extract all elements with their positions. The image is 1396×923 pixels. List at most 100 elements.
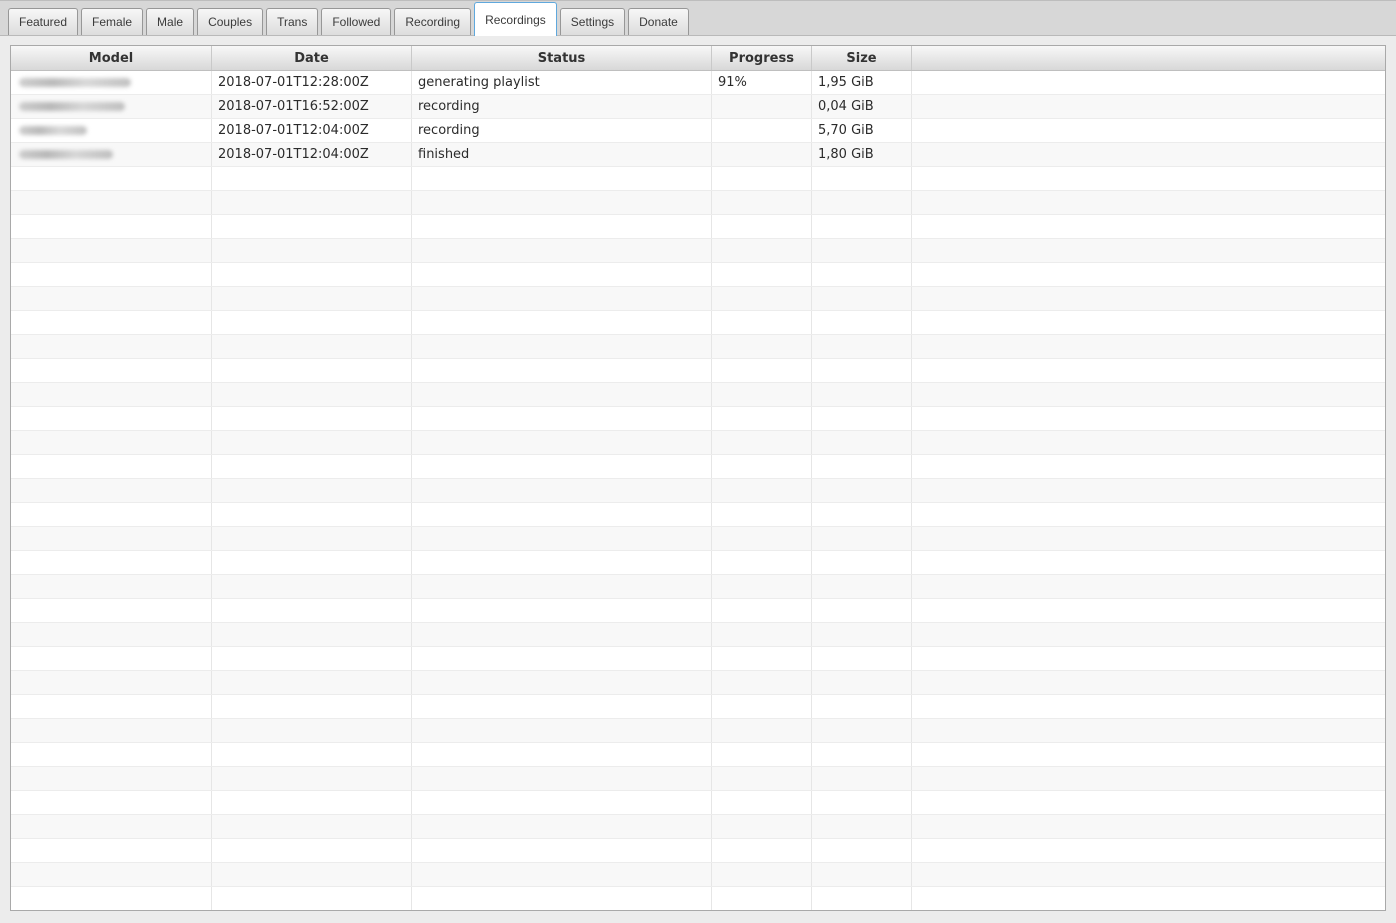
empty-cell [712,863,812,886]
status-cell: recording [412,95,712,118]
recording-row[interactable]: 2018-07-01T16:52:00Z recording 0,04 GiB [11,95,1385,119]
tab-trans[interactable]: Trans [266,8,319,35]
empty-row [11,455,1385,479]
empty-cell [11,407,212,430]
empty-cell [412,311,712,334]
empty-cell [212,791,412,814]
empty-cell [412,647,712,670]
empty-cell [412,839,712,862]
empty-cell [712,383,812,406]
empty-cell [212,887,412,910]
progress-cell [712,143,812,166]
empty-cell [912,359,1385,382]
date-cell: 2018-07-01T16:52:00Z [212,95,412,118]
empty-cell [712,407,812,430]
empty-cell [812,671,912,694]
tab-followed[interactable]: Followed [321,8,392,35]
empty-cell [712,263,812,286]
tab-featured[interactable]: Featured [8,8,79,35]
empty-cell [912,215,1385,238]
empty-cell [11,455,212,478]
empty-cell [412,719,712,742]
empty-cell [11,359,212,382]
recording-row[interactable]: 2018-07-01T12:28:00Z generating playlist 9… [11,71,1385,95]
tab-couples[interactable]: Couples [197,8,264,35]
tab-recordings[interactable]: Recordings [474,2,557,36]
empty-cell [912,671,1385,694]
tab-male[interactable]: Male [146,8,195,35]
column-header-model[interactable]: Model [11,46,212,70]
app-window: Featured Female Male Couples Trans Followed Re… [0,0,1396,923]
date-cell: 2018-07-01T12:04:00Z [212,143,412,166]
empty-cell [812,383,912,406]
empty-cell [712,791,812,814]
empty-cell [812,551,912,574]
empty-row [11,599,1385,623]
empty-cell [912,239,1385,262]
tab-female[interactable]: Female [81,8,144,35]
tab-donate[interactable]: Donate [628,8,689,35]
empty-cell [212,599,412,622]
empty-cell [812,191,912,214]
progress-cell: 91% [712,71,812,94]
recording-row[interactable]: 2018-07-01T12:04:00Z recording 5,70 GiB [11,119,1385,143]
empty-cell [212,863,412,886]
empty-cell [212,239,412,262]
empty-row [11,167,1385,191]
empty-cell [812,719,912,742]
filler-cell [912,95,1385,118]
tab-settings[interactable]: Settings [559,8,626,35]
empty-cell [912,527,1385,550]
empty-cell [212,743,412,766]
empty-cell [812,455,912,478]
empty-row [11,647,1385,671]
column-header-filler [912,46,1385,70]
empty-cell [712,287,812,310]
column-header-status[interactable]: Status [412,46,712,70]
empty-cell [912,551,1385,574]
empty-cell [812,839,912,862]
empty-cell [812,815,912,838]
column-header-progress[interactable]: Progress [712,46,812,70]
empty-cell [912,887,1385,910]
empty-cell [812,335,912,358]
empty-row [11,335,1385,359]
empty-cell [412,791,712,814]
empty-cell [212,647,412,670]
empty-cell [812,527,912,550]
empty-cell [412,623,712,646]
recording-row[interactable]: 2018-07-01T12:04:00Z finished 1,80 GiB [11,143,1385,167]
empty-cell [11,839,212,862]
empty-cell [712,647,812,670]
empty-cell [11,671,212,694]
size-cell: 0,04 GiB [812,95,912,118]
empty-cell [212,287,412,310]
empty-cell [412,815,712,838]
empty-cell [812,503,912,526]
empty-row [11,791,1385,815]
empty-cell [712,503,812,526]
empty-cell [11,647,212,670]
empty-cell [712,455,812,478]
empty-cell [212,215,412,238]
empty-cell [812,479,912,502]
empty-cell [412,335,712,358]
column-header-date[interactable]: Date [212,46,412,70]
date-cell: 2018-07-01T12:28:00Z [212,71,412,94]
empty-cell [11,767,212,790]
empty-cell [912,767,1385,790]
tab-recording[interactable]: Recording [394,8,472,35]
empty-cell [812,407,912,430]
recordings-table: Model Date Status Progress Size 2018-07-01T1… [10,45,1386,911]
column-header-size[interactable]: Size [812,46,912,70]
status-cell: generating playlist [412,71,712,94]
empty-cell [712,695,812,718]
empty-cell [412,287,712,310]
empty-cell [812,743,912,766]
empty-cell [712,839,812,862]
empty-cell [912,575,1385,598]
empty-row [11,551,1385,575]
empty-row [11,479,1385,503]
empty-cell [812,239,912,262]
empty-cell [412,479,712,502]
